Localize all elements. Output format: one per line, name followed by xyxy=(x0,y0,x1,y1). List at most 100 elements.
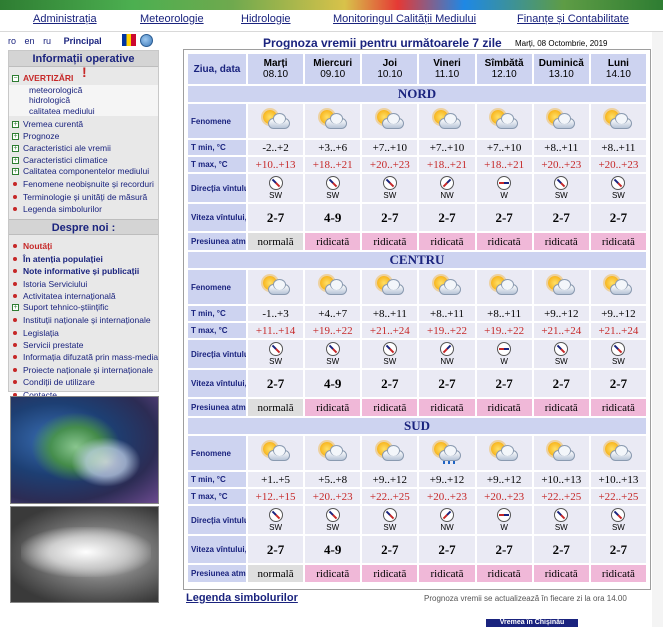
cloud-shape xyxy=(553,444,576,461)
day-date: 14.10 xyxy=(605,69,631,80)
tmin-cell: +4..+7 xyxy=(305,306,361,321)
sidebar-sub-hydro[interactable]: hidrologică xyxy=(9,95,158,106)
nav-hidrologie[interactable]: Hidrologie xyxy=(241,13,291,25)
day-date: 10.10 xyxy=(377,69,403,80)
wind-direction-value: NW xyxy=(440,523,454,532)
expand-icon[interactable]: + xyxy=(12,156,19,164)
tmin-cell: +8..+11 xyxy=(476,306,532,321)
expand-icon[interactable]: + xyxy=(12,304,19,312)
tmin-cell: +7..+10 xyxy=(476,140,532,155)
region-title: NORD xyxy=(188,86,646,102)
cloud-shape xyxy=(324,444,347,461)
sidebar-about-news[interactable]: Noutăți xyxy=(9,240,158,252)
sidebar-about-publications[interactable]: Note informative și publicații xyxy=(9,265,158,277)
sidebar-item-environment-quality[interactable]: + Calitatea componentelor mediului xyxy=(9,166,158,178)
satellite-image-europe[interactable] xyxy=(10,396,159,504)
lang-en[interactable]: en xyxy=(25,36,35,46)
tmin-cell: +10..+13 xyxy=(590,472,646,487)
sidebar-about-institutions[interactable]: Instituții naționale și internaționale xyxy=(9,314,158,326)
sidebar-about-services[interactable]: Servicii prestate xyxy=(9,339,158,351)
sidebar-item-climate-characteristics[interactable]: + Caracteristici climatice xyxy=(9,155,158,167)
moldova-flag-icon[interactable] xyxy=(122,34,136,46)
wind-speed-cell: 2-7 xyxy=(362,536,418,563)
sun-cloud-icon xyxy=(261,440,291,464)
sidebar-item-warnings[interactable]: − AVERTIZĂRI ! xyxy=(9,65,158,85)
satellite-image-clouds[interactable] xyxy=(10,506,159,603)
nav-meteorologie[interactable]: Meteorologie xyxy=(140,13,204,25)
phenomenon-cell xyxy=(248,270,304,304)
cloud-shape xyxy=(553,112,576,129)
compass-icon xyxy=(497,508,512,522)
tmax-cell: +19..+22 xyxy=(305,323,361,338)
sidebar-item-phenomena[interactable]: Fenomene neobișnuite și recorduri xyxy=(9,178,158,190)
sidebar-item-terminology[interactable]: Terminologie și unități de măsură xyxy=(9,191,158,203)
sun-cloud-icon xyxy=(489,274,519,298)
forecast-row-phen: Fenomene xyxy=(188,270,646,304)
sidebar-item-label: Caracteristici climatice xyxy=(23,154,108,165)
sidebar-about-tech-support[interactable]: + Suport tehnico-științific xyxy=(9,302,158,314)
wind-speed-cell: 2-7 xyxy=(476,204,532,231)
sidebar-sub-meteo[interactable]: meteorologică xyxy=(9,84,158,96)
phenomenon-cell xyxy=(419,270,475,304)
wind-speed-cell: 2-7 xyxy=(476,370,532,397)
row-label-press: Presiunea atmosferică xyxy=(188,233,246,250)
sidebar-sub-environment[interactable]: calitatea mediului xyxy=(9,105,158,117)
sidebar-item-weather-characteristics[interactable]: + Caracteristici ale vremii xyxy=(9,143,158,155)
wind-direction-cell: W xyxy=(476,340,532,368)
phenomenon-cell xyxy=(590,436,646,470)
sidebar-about-population[interactable]: În atenția populației xyxy=(9,253,158,265)
phenomenon-cell xyxy=(362,436,418,470)
lang-ru[interactable]: ru xyxy=(43,36,51,46)
sidebar-item-current-weather[interactable]: + Vremea curentă xyxy=(9,119,158,131)
chisinau-weather-button[interactable]: Vremea în Chișinău xyxy=(486,619,578,627)
sidebar-about-legislation[interactable]: Legislația xyxy=(9,327,158,339)
day-header: Vineri 11.10 xyxy=(419,54,475,84)
tmax-cell: +22..+25 xyxy=(362,489,418,504)
wind-direction-cell: SW xyxy=(305,506,361,534)
home-link[interactable]: Principal xyxy=(64,36,102,46)
tmin-cell: +7..+10 xyxy=(419,140,475,155)
sidebar-about-international[interactable]: Activitatea internațională xyxy=(9,290,158,302)
tmin-cell: +8..+11 xyxy=(419,306,475,321)
row-label-tmin: T min, °C xyxy=(188,306,246,321)
tmin-cell: +8..+11 xyxy=(533,140,589,155)
pressure-cell: ridicată xyxy=(419,233,475,250)
expand-icon[interactable]: − xyxy=(12,75,19,82)
wind-speed-cell: 2-7 xyxy=(362,204,418,231)
phenomenon-cell xyxy=(590,104,646,138)
phenomenon-cell xyxy=(248,436,304,470)
compass-icon xyxy=(554,176,569,190)
cloud-shape xyxy=(324,278,347,295)
sidebar-about-history[interactable]: Istoria Serviciului xyxy=(9,278,158,290)
lang-ro[interactable]: ro xyxy=(8,36,16,46)
day-header: Sîmbătă 12.10 xyxy=(476,54,532,84)
tmax-cell: +20..+23 xyxy=(362,157,418,172)
expand-icon[interactable]: + xyxy=(12,133,19,141)
sidebar-about-media[interactable]: Informația difuzată prin mass-media xyxy=(9,351,158,363)
row-label-speed: Viteza vîntului, m/s xyxy=(188,370,246,397)
nav-monitoring[interactable]: Monitoringul Calității Mediului xyxy=(333,13,476,25)
cloud-shape xyxy=(496,278,519,295)
sidebar-item-label: Prognoze xyxy=(23,131,60,142)
row-label-press: Presiunea atmosferică xyxy=(188,399,246,416)
row-label-tmin: T min, °C xyxy=(188,140,246,155)
expand-icon[interactable]: + xyxy=(12,144,19,152)
sidebar-about-projects[interactable]: Proiecte naționale și internaționale xyxy=(9,364,158,376)
legend-link[interactable]: Legenda simbolurilor xyxy=(186,592,298,604)
row-label-tmin: T min, °C xyxy=(188,472,246,487)
expand-icon[interactable]: + xyxy=(12,168,19,176)
wind-direction-cell: SW xyxy=(362,340,418,368)
phenomenon-cell xyxy=(533,270,589,304)
sun-cloud-icon xyxy=(546,440,576,464)
wind-direction-cell: SW xyxy=(248,174,304,202)
compass-icon xyxy=(611,342,626,356)
sidebar-about-terms[interactable]: Condiții de utilizare xyxy=(9,376,158,388)
compass-icon xyxy=(611,176,626,190)
globe-icon[interactable] xyxy=(140,34,153,47)
sidebar-item-legend[interactable]: Legenda simbolurilor xyxy=(9,203,158,215)
nav-administratia[interactable]: Administrația xyxy=(33,13,97,25)
sidebar-item-forecasts[interactable]: + Prognoze xyxy=(9,131,158,143)
expand-icon[interactable]: + xyxy=(12,121,19,129)
wind-speed-cell: 2-7 xyxy=(533,370,589,397)
nav-finante[interactable]: Finanțe și Contabilitate xyxy=(517,13,629,25)
